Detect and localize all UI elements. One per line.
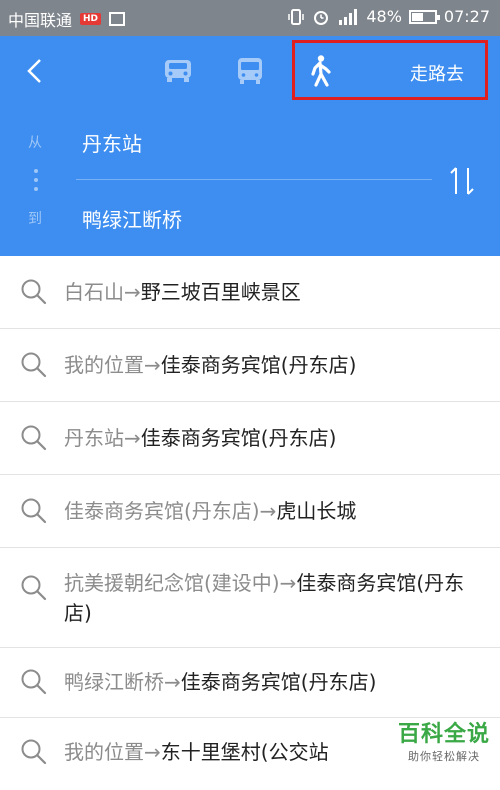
destination-input[interactable]: 鸭绿江断桥	[82, 204, 182, 233]
route-arrow: →	[164, 670, 181, 694]
alarm-icon	[314, 10, 329, 25]
route-arrow: →	[144, 740, 161, 764]
history-to: 虎山长城	[276, 499, 357, 523]
battery-icon	[408, 9, 440, 24]
image-icon	[109, 12, 126, 26]
route-arrow: →	[279, 571, 297, 595]
route-arrow: →	[124, 280, 141, 304]
route-arrow: →	[124, 426, 141, 450]
input-divider	[76, 179, 432, 180]
search-icon	[21, 575, 47, 601]
history-to: 佳泰商务宾馆(丹东店)	[140, 426, 337, 450]
hd-badge: HD	[80, 13, 102, 25]
history-item[interactable]: 抗美援朝纪念馆(建设中)→佳泰商务宾馆(丹东店)	[0, 548, 500, 648]
from-label: 从	[28, 135, 42, 151]
history-item[interactable]: 鸭绿江断桥→佳泰商务宾馆(丹东店)	[0, 648, 500, 718]
walk-go-button[interactable]: 走路去	[410, 60, 464, 86]
history-from: 丹东站	[64, 426, 124, 450]
history-from: 鸭绿江断桥	[64, 670, 164, 694]
clock: 07:27	[443, 7, 490, 26]
search-icon	[21, 739, 47, 765]
route-history-list: 白石山→野三坡百里峡景区 我的位置→佳泰商务宾馆(丹东店) 丹东站→佳泰商务宾馆…	[0, 256, 500, 788]
history-to: 野三坡百里峡景区	[140, 280, 301, 304]
route-arrow: →	[144, 353, 161, 377]
route-arrow: →	[259, 499, 277, 523]
history-item[interactable]: 佳泰商务宾馆(丹东店)→虎山长城	[0, 475, 500, 548]
watermark-subtitle: 助你轻松解决	[407, 750, 480, 763]
route-header: 走路去 从 到 丹东站 鸭绿江断桥	[0, 36, 500, 256]
search-icon	[21, 498, 47, 524]
history-to: 佳泰商务宾馆(丹东店)	[160, 353, 357, 377]
to-label: 到	[28, 211, 42, 227]
history-item[interactable]: 我的位置→佳泰商务宾馆(丹东店)	[0, 329, 500, 402]
watermark-title: 百科全说	[397, 722, 490, 747]
history-from: 抗美援朝纪念馆(建设中)	[64, 571, 280, 595]
battery-fill	[411, 12, 423, 21]
search-icon	[21, 279, 47, 305]
history-from: 佳泰商务宾馆(丹东店)	[64, 499, 260, 523]
history-from: 我的位置	[64, 740, 144, 764]
signal-icon	[339, 8, 358, 25]
history-to: 东十里堡村(公交站	[160, 740, 329, 764]
watermark-logo: 百科全说 助你轻松解决	[398, 716, 490, 764]
carrier-name: 中国联通	[8, 11, 73, 30]
swap-icon[interactable]	[448, 164, 476, 198]
history-to: 佳泰商务宾馆(丹东店)	[180, 670, 377, 694]
car-mode-icon[interactable]	[158, 54, 198, 88]
history-from: 我的位置	[64, 353, 144, 377]
history-item[interactable]: 丹东站→佳泰商务宾馆(丹东店)	[0, 402, 500, 475]
vibrate-icon	[288, 8, 305, 25]
search-icon	[21, 352, 47, 378]
back-arrow-icon[interactable]	[18, 54, 52, 88]
origin-input[interactable]: 丹东站	[82, 128, 142, 157]
route-dots	[34, 169, 38, 196]
status-bar: 中国联通 HD 48% 07:27	[0, 0, 500, 36]
search-icon	[21, 669, 47, 695]
search-icon	[21, 425, 47, 451]
bus-mode-icon[interactable]	[230, 54, 270, 88]
history-item[interactable]: 白石山→野三坡百里峡景区	[0, 256, 500, 329]
battery-percent: 48%	[366, 7, 402, 26]
history-from: 白石山	[64, 280, 124, 304]
